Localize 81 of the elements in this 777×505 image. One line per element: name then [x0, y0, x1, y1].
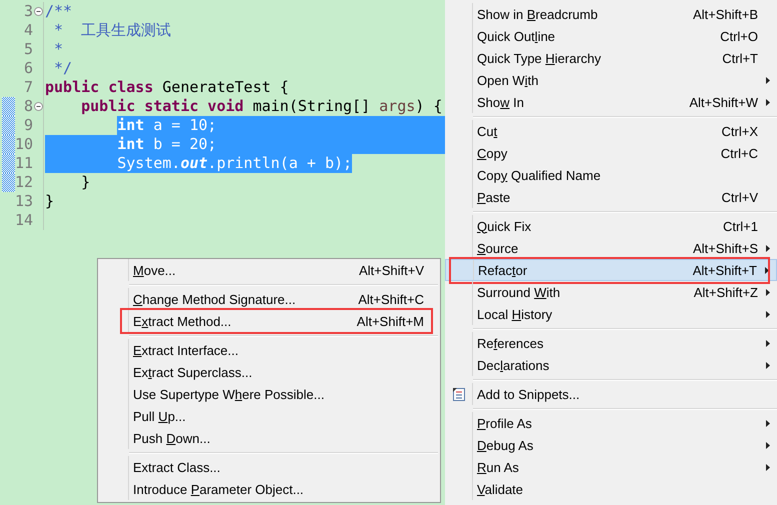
submenu-arrow-icon [766, 340, 770, 346]
menu-item[interactable]: Extract Method... Alt+Shift+M [98, 310, 440, 332]
menu-item[interactable]: Open With [445, 69, 777, 91]
submenu-arrow-icon [764, 266, 768, 274]
line-number: 7 [22, 78, 33, 97]
menu-item[interactable]: Cut Ctrl+X [445, 120, 777, 142]
menu-item[interactable]: Quick Type Hierarchy Ctrl+T [445, 47, 777, 69]
submenu-arrow-icon [766, 362, 770, 368]
code-line: */ [53, 59, 72, 78]
collapse-icon[interactable] [34, 102, 42, 111]
menu-item[interactable]: Profile As [445, 412, 777, 434]
code-line: int a = 10; [116, 116, 217, 135]
submenu-arrow-icon [766, 310, 770, 318]
code-line: int b = 20; [45, 135, 217, 154]
menu-item[interactable]: Show In Alt+Shift+W [445, 91, 777, 113]
menu-item[interactable]: Validate [445, 478, 777, 500]
shortcut-label: Alt+Shift+M [356, 314, 424, 328]
menu-item[interactable]: Add to Snippets... [445, 383, 777, 405]
shortcut-label: Alt+Shift+C [358, 292, 424, 306]
code-line: public class GenerateTest { [45, 78, 289, 97]
line-number: 9 [22, 116, 33, 135]
menu-item[interactable]: Local History [445, 303, 777, 325]
menu-item[interactable]: Run As [445, 456, 777, 478]
shortcut-label: Ctrl+X [722, 124, 758, 138]
code-line: System.out.println(a + b); [45, 154, 352, 173]
line-number: 11 [15, 154, 33, 173]
menu-item[interactable]: References [445, 332, 777, 354]
shortcut-label: Alt+Shift+V [358, 262, 424, 278]
menu-item[interactable]: Extract Interface... [98, 339, 440, 361]
menu-item[interactable]: Use Supertype Where Possible... [98, 383, 440, 405]
menu-item[interactable]: Surround With Alt+Shift+Z [445, 281, 777, 303]
menu-item[interactable]: Move... Alt+Shift+V [98, 259, 440, 281]
submenu-arrow-icon [766, 464, 770, 470]
menu-item[interactable]: Declarations [445, 354, 777, 376]
menu-item[interactable]: Quick Fix Ctrl+1 [445, 215, 777, 237]
menu-item[interactable]: Refactor Alt+Shift+T [445, 259, 777, 281]
shortcut-label: Alt+Shift+T [692, 262, 757, 278]
code-line: * [53, 40, 64, 59]
menu-item[interactable]: Change Method Signature... Alt+Shift+C [98, 288, 440, 310]
submenu-arrow-icon [766, 98, 770, 106]
line-number: 13 [15, 192, 33, 211]
shortcut-label: Ctrl+V [722, 190, 758, 204]
line-number: 4 [22, 21, 33, 40]
shortcut-label: Alt+Shift+W [689, 94, 758, 110]
menu-item[interactable]: Introduce Parameter Object... [98, 478, 440, 500]
menu-item[interactable]: Quick Outline Ctrl+O [445, 25, 777, 47]
collapse-icon[interactable] [34, 7, 42, 16]
shortcut-label: Ctrl+C [720, 146, 758, 160]
code-line: * 工具生成测试 [53, 21, 172, 40]
shortcut-label: Alt+Shift+B [692, 6, 758, 22]
shortcut-label: Ctrl+1 [722, 218, 758, 234]
menu-item[interactable]: Extract Class... [98, 456, 440, 478]
line-number: 5 [22, 40, 33, 59]
submenu-arrow-icon [766, 288, 770, 296]
menu-item[interactable]: Show in Breadcrumb Alt+Shift+B [445, 3, 777, 25]
menu-item[interactable]: Copy Ctrl+C [445, 142, 777, 164]
line-number: 10 [15, 135, 33, 154]
submenu-arrow-icon [766, 244, 770, 252]
menu-item[interactable]: Pull Up... [98, 405, 440, 427]
submenu-arrow-icon [766, 76, 770, 84]
line-number: 6 [22, 59, 33, 78]
line-number: 12 [15, 173, 33, 192]
shortcut-label: Ctrl+T [722, 50, 758, 66]
menu-item[interactable]: Push Down... [98, 427, 440, 449]
shortcut-label: Alt+Shift+Z [694, 284, 758, 300]
menu-item[interactable]: Paste Ctrl+V [445, 186, 777, 208]
line-number: 14 [15, 211, 33, 230]
shortcut-label: Alt+Shift+S [692, 240, 758, 256]
submenu-arrow-icon [766, 420, 770, 426]
code-line: } [80, 173, 90, 192]
code-line: public static void main(String[] args) { [80, 97, 442, 116]
line-number: 8 [22, 97, 33, 116]
code-line: } [45, 192, 54, 211]
menu-item[interactable]: Debug As [445, 434, 777, 456]
submenu-arrow-icon [766, 442, 770, 448]
menu-item[interactable]: Copy Qualified Name [445, 164, 777, 186]
snippet-icon [452, 386, 466, 402]
shortcut-label: Ctrl+O [720, 28, 758, 44]
line-number: 3 [22, 2, 33, 21]
code-line: /** [45, 2, 72, 21]
menu-item[interactable]: Extract Superclass... [98, 361, 440, 383]
